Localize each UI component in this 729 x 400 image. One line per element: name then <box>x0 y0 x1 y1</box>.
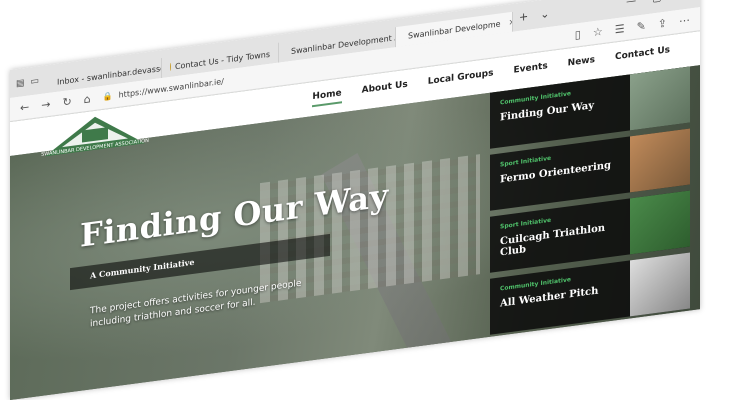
card-text: Community Initiative All Weather Pitch <box>490 260 630 334</box>
lock-icon: 🔒 <box>102 91 113 102</box>
favorites-hub-icon[interactable]: ☰ <box>615 22 625 36</box>
nav-about-us[interactable]: About Us <box>362 79 408 100</box>
forward-icon[interactable]: → <box>41 98 50 112</box>
nav-news[interactable]: News <box>568 54 595 73</box>
tidy-towns-icon <box>170 62 171 71</box>
favorite-star-icon[interactable]: ☆ <box>593 25 603 39</box>
card-text: Sport Initiative Fermo Orienteering <box>490 136 630 210</box>
initiative-cards: Community Initiative Finding Our Way Spo… <box>490 66 690 348</box>
notes-icon[interactable]: ✎ <box>637 19 646 33</box>
card-thumbnail <box>630 252 690 317</box>
minimize-icon[interactable]: — <box>626 0 636 8</box>
card-text: Sport Initiative Cuilcagh Triathlon Club <box>490 198 630 272</box>
more-icon[interactable]: ⋯ <box>679 13 690 27</box>
card-thumbnail <box>630 190 690 255</box>
nav-contact-us[interactable]: Contact Us <box>615 45 670 67</box>
close-window-icon[interactable]: ✕ <box>678 0 686 1</box>
browser-window: ▤ ▭ Inbox - swanlinbar.devassoc Contact … <box>10 0 700 400</box>
card-thumbnail <box>630 66 690 131</box>
home-icon[interactable]: ⌂ <box>84 92 91 106</box>
tab-preview-icon[interactable]: ▭ <box>31 76 40 87</box>
maximize-icon[interactable]: ▢ <box>652 0 661 4</box>
tab-manager-icon[interactable]: ▤ <box>16 78 25 89</box>
screenshot-stage: ▤ ▭ Inbox - swanlinbar.devassoc Contact … <box>0 0 729 400</box>
reading-view-icon[interactable]: ▯ <box>575 28 581 42</box>
refresh-icon[interactable]: ↻ <box>62 95 71 109</box>
nav-events[interactable]: Events <box>513 61 547 81</box>
back-icon[interactable]: ← <box>20 100 29 114</box>
nav-local-groups[interactable]: Local Groups <box>428 68 494 92</box>
card-thumbnail <box>630 128 690 193</box>
share-icon[interactable]: ⇪ <box>658 17 667 31</box>
nav-home[interactable]: Home <box>312 87 342 107</box>
